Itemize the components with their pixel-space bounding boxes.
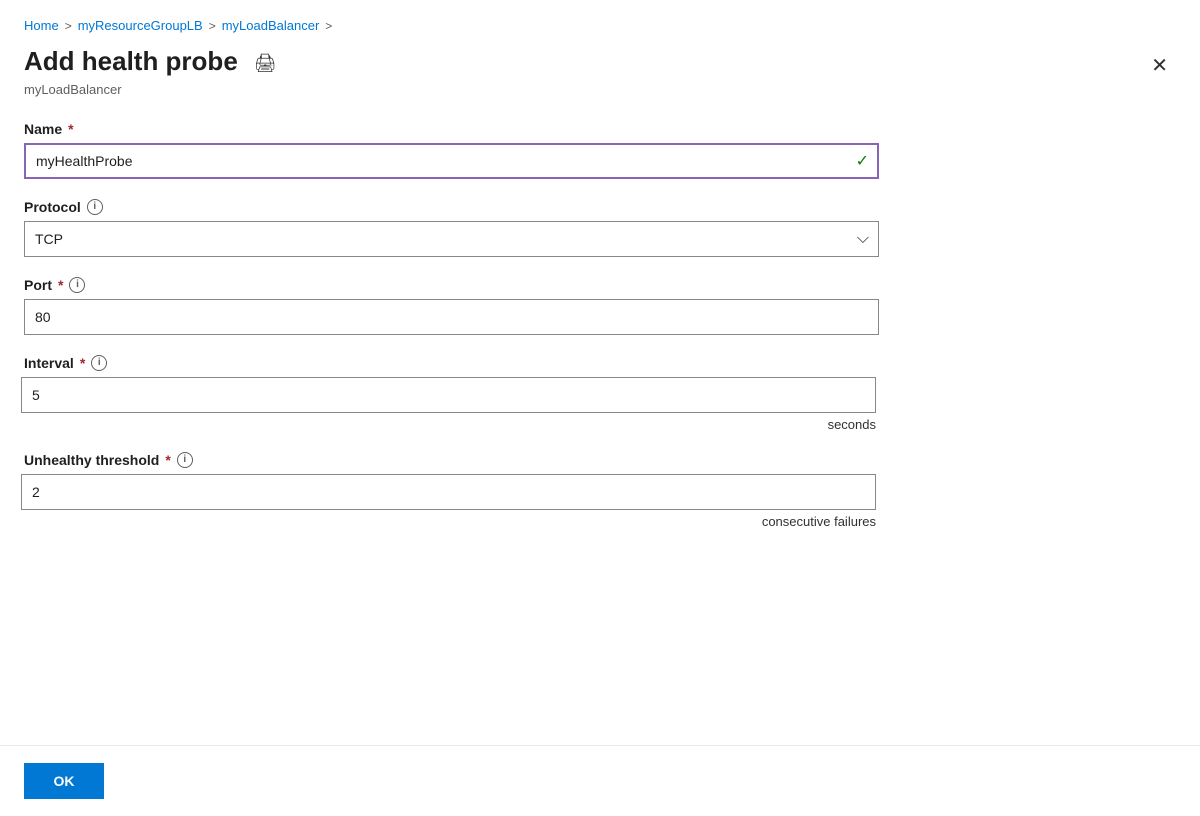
form-group-name: Name * ✓ (24, 121, 876, 179)
breadcrumb-resource-group[interactable]: myResourceGroupLB (78, 18, 203, 33)
page-header: Add health probe 🖨 myLoadBalancer ✕ (0, 33, 1200, 97)
interval-label: Interval * i (24, 355, 876, 371)
form-group-protocol: Protocol i TCP HTTP HTTPS ⌵ (24, 199, 876, 257)
unhealthy-threshold-label: Unhealthy threshold * i (24, 452, 876, 468)
unhealthy-required-star: * (165, 452, 170, 468)
page-container: Home > myResourceGroupLB > myLoadBalance… (0, 0, 1200, 816)
breadcrumb-sep-1: > (65, 19, 72, 33)
form-group-port: Port * i (24, 277, 876, 335)
breadcrumb-home[interactable]: Home (24, 18, 59, 33)
header-left: Add health probe 🖨 myLoadBalancer (24, 45, 281, 97)
breadcrumb-sep-2: > (209, 19, 216, 33)
unhealthy-suffix: consecutive failures (762, 514, 876, 529)
port-input[interactable] (24, 299, 879, 335)
page-title-row: Add health probe 🖨 (24, 45, 281, 78)
form-footer: OK (0, 746, 1200, 816)
unhealthy-threshold-input[interactable] (21, 474, 876, 510)
print-icon: 🖨 (254, 53, 277, 74)
close-icon: ✕ (1151, 55, 1168, 77)
form-container: Name * ✓ Protocol i TCP HTTP HTTPS ⌵ (0, 97, 900, 529)
page-title: Add health probe (24, 46, 238, 77)
breadcrumb-sep-3: > (325, 19, 332, 33)
unhealthy-info-icon[interactable]: i (177, 452, 193, 468)
port-label: Port * i (24, 277, 876, 293)
interval-suffix: seconds (828, 417, 876, 432)
unhealthy-input-wrapper: consecutive failures (24, 474, 876, 529)
port-info-icon[interactable]: i (69, 277, 85, 293)
protocol-select[interactable]: TCP HTTP HTTPS (24, 221, 879, 257)
ok-button[interactable]: OK (24, 763, 104, 799)
name-input-wrapper: ✓ (24, 143, 879, 179)
protocol-info-icon[interactable]: i (87, 199, 103, 215)
interval-input-wrapper: seconds (24, 377, 876, 432)
interval-required-star: * (80, 355, 85, 371)
protocol-label: Protocol i (24, 199, 876, 215)
breadcrumb: Home > myResourceGroupLB > myLoadBalance… (0, 0, 1200, 33)
name-label: Name * (24, 121, 876, 137)
name-required-star: * (68, 121, 73, 137)
close-button[interactable]: ✕ (1143, 49, 1176, 82)
interval-info-icon[interactable]: i (91, 355, 107, 371)
name-input[interactable] (24, 143, 879, 179)
interval-input[interactable] (21, 377, 876, 413)
form-group-interval: Interval * i seconds (24, 355, 876, 432)
page-subtitle: myLoadBalancer (24, 82, 281, 97)
print-button[interactable]: 🖨 (250, 49, 281, 78)
checkmark-icon: ✓ (856, 151, 869, 171)
protocol-select-wrapper: TCP HTTP HTTPS ⌵ (24, 221, 879, 257)
port-required-star: * (58, 277, 63, 293)
breadcrumb-load-balancer[interactable]: myLoadBalancer (222, 18, 320, 33)
form-group-unhealthy-threshold: Unhealthy threshold * i consecutive fail… (24, 452, 876, 529)
